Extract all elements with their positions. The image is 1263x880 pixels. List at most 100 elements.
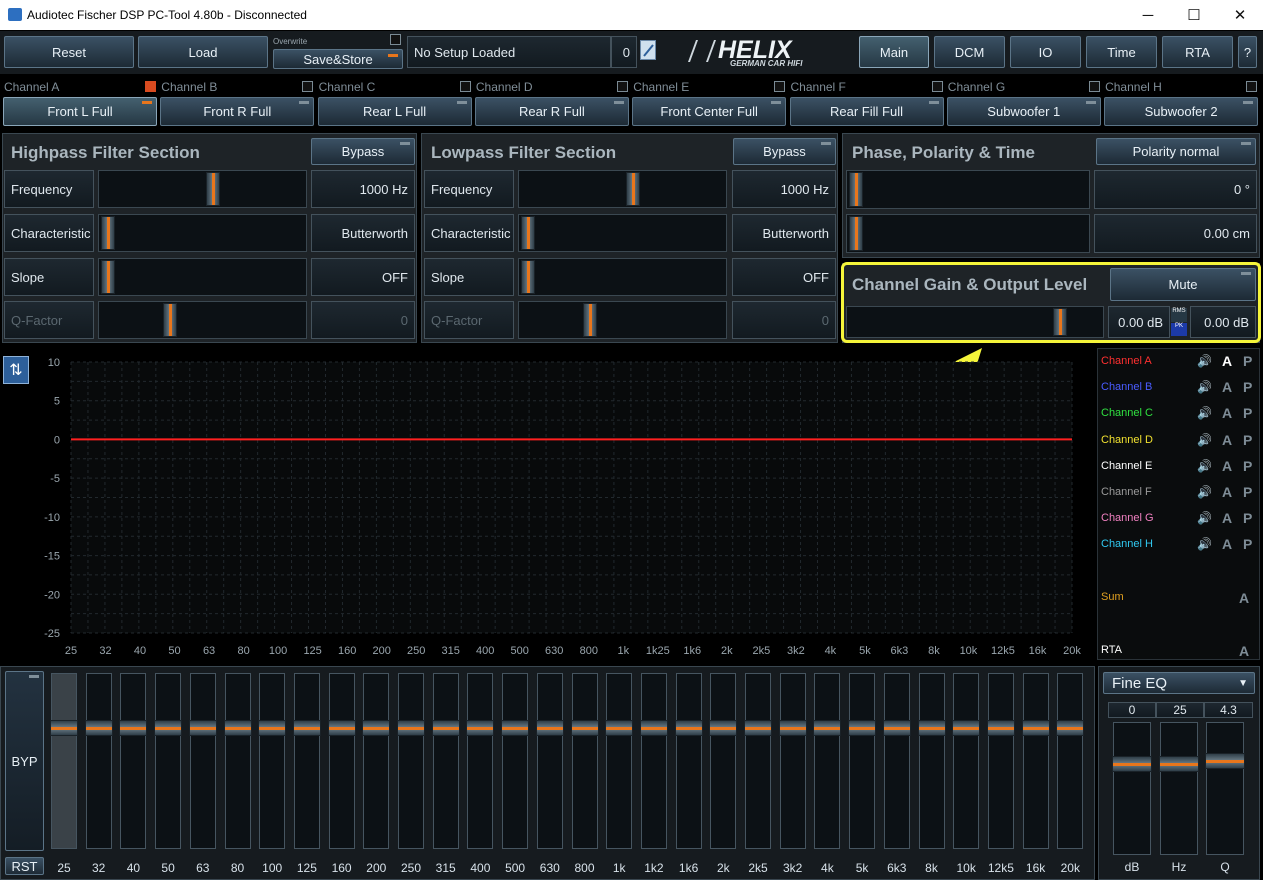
channel-link-checkbox[interactable] [931,81,943,92]
eq-band-knob[interactable] [84,720,113,736]
tab-main[interactable]: Main [859,36,929,68]
minimize-button[interactable]: ─ [1125,0,1171,30]
eq-band-knob[interactable] [535,720,564,736]
eq-band-fader[interactable] [882,673,911,849]
channel-link-checkbox[interactable] [459,81,471,92]
eq-band-knob[interactable] [986,720,1015,736]
overwrite-checkbox[interactable] [390,34,401,45]
legend-a-toggle[interactable]: A [1222,353,1232,369]
eq-band-fader[interactable] [570,673,599,849]
legend-sum-a[interactable]: A [1239,590,1249,606]
channel-button[interactable]: Front R Full [160,97,315,126]
channel-button[interactable]: Front Center Full [632,97,787,126]
channel-button[interactable]: Subwoofer 1 [946,97,1101,126]
speaker-icon[interactable]: 🔊 [1197,380,1212,394]
highpass-row-slider[interactable] [98,214,307,252]
speaker-icon[interactable]: 🔊 [1197,433,1212,447]
help-button[interactable]: ? [1238,36,1257,68]
channel-link-checkbox[interactable] [616,81,628,92]
fine-eq-fader[interactable] [1159,722,1199,855]
eq-band-knob[interactable] [709,720,738,736]
legend-p-toggle[interactable]: P [1243,458,1252,474]
eq-band-knob[interactable] [362,720,391,736]
eq-band-knob[interactable] [813,720,842,736]
eq-band-fader[interactable] [639,673,668,849]
tab-rta[interactable]: RTA [1162,36,1233,68]
lowpass-row-value[interactable]: 1000 Hz [732,170,836,208]
legend-a-toggle[interactable]: A [1222,379,1232,395]
channel-link-checkbox[interactable] [302,81,314,92]
legend-a-toggle[interactable]: A [1222,484,1232,500]
legend-a-toggle[interactable]: A [1222,405,1232,421]
eq-band-fader[interactable] [119,673,148,849]
lowpass-row-slider-knob[interactable] [626,172,640,206]
eq-band-fader[interactable] [674,673,703,849]
highpass-row-slider-knob[interactable] [206,172,220,206]
eq-band-knob[interactable] [397,720,425,736]
legend-p-toggle[interactable]: P [1243,536,1252,552]
eq-band-knob[interactable] [119,720,148,736]
channel-button[interactable]: Subwoofer 2 [1104,97,1259,126]
eq-band-fader[interactable] [1056,673,1085,849]
highpass-bypass-button[interactable]: Bypass [311,138,415,165]
eq-band-fader[interactable] [397,673,425,849]
fine-eq-dropdown[interactable]: Fine EQ ▼ [1103,672,1255,694]
lowpass-row-slider-knob[interactable] [583,303,597,337]
fine-eq-fader[interactable] [1205,722,1245,855]
legend-rta-a[interactable]: A [1239,643,1249,659]
lowpass-bypass-button[interactable]: Bypass [733,138,836,165]
speaker-icon[interactable]: 🔊 [1197,485,1212,499]
eq-band-fader[interactable] [952,673,981,849]
highpass-row-value[interactable]: Butterworth [311,214,415,252]
eq-band-fader[interactable] [258,673,287,849]
highpass-row-slider-knob[interactable] [101,260,115,294]
tab-time[interactable]: Time [1086,36,1157,68]
legend-a-toggle[interactable]: A [1222,458,1232,474]
legend-a-toggle[interactable]: A [1222,510,1232,526]
highpass-row-slider[interactable] [98,258,307,296]
fine-eq-knob[interactable] [1159,756,1199,772]
fine-eq-fader[interactable] [1112,722,1152,855]
eq-band-knob[interactable] [501,720,530,736]
eq-band-knob[interactable] [292,720,321,736]
lowpass-row-value[interactable]: Butterworth [732,214,836,252]
eq-band-fader[interactable] [778,673,807,849]
lowpass-row-slider[interactable] [518,301,727,339]
eq-band-fader[interactable] [50,673,78,849]
load-button[interactable]: Load [138,36,268,68]
eq-band-fader[interactable] [848,673,877,849]
lowpass-row-slider[interactable] [518,258,727,296]
eq-band-fader[interactable] [466,673,495,849]
fine-eq-value[interactable]: 0 [1108,702,1156,718]
fine-eq-value[interactable]: 4.3 [1204,702,1253,718]
eq-band-knob[interactable] [327,720,356,736]
eq-band-fader[interactable] [292,673,321,849]
lowpass-row-value[interactable]: OFF [732,258,836,296]
eq-reset-button[interactable]: RST [5,857,44,875]
fine-eq-value[interactable]: 25 [1156,702,1204,718]
eq-band-fader[interactable] [605,673,634,849]
lowpass-row-slider[interactable] [518,170,727,208]
polarity-button[interactable]: Polarity normal [1096,138,1256,165]
eq-band-knob[interactable] [223,720,252,736]
eq-band-fader[interactable] [744,673,772,849]
eq-band-knob[interactable] [50,720,78,736]
channel-button[interactable]: Rear L Full [317,97,472,126]
eq-band-fader[interactable] [535,673,564,849]
eq-band-knob[interactable] [154,720,183,736]
lowpass-row-slider-knob[interactable] [521,216,535,250]
edit-icon[interactable] [640,40,656,60]
channel-link-checkbox[interactable] [145,81,156,92]
eq-band-fader[interactable] [1021,673,1050,849]
legend-p-toggle[interactable]: P [1243,510,1252,526]
highpass-row-slider[interactable] [98,301,307,339]
eq-bypass-button[interactable]: BYP [5,671,44,851]
eq-band-fader[interactable] [223,673,252,849]
eq-band-knob[interactable] [639,720,668,736]
eq-band-fader[interactable] [917,673,946,849]
eq-band-knob[interactable] [188,720,217,736]
eq-band-knob[interactable] [1056,720,1085,736]
eq-band-fader[interactable] [188,673,217,849]
fine-eq-knob[interactable] [1205,753,1245,769]
legend-p-toggle[interactable]: P [1243,379,1252,395]
